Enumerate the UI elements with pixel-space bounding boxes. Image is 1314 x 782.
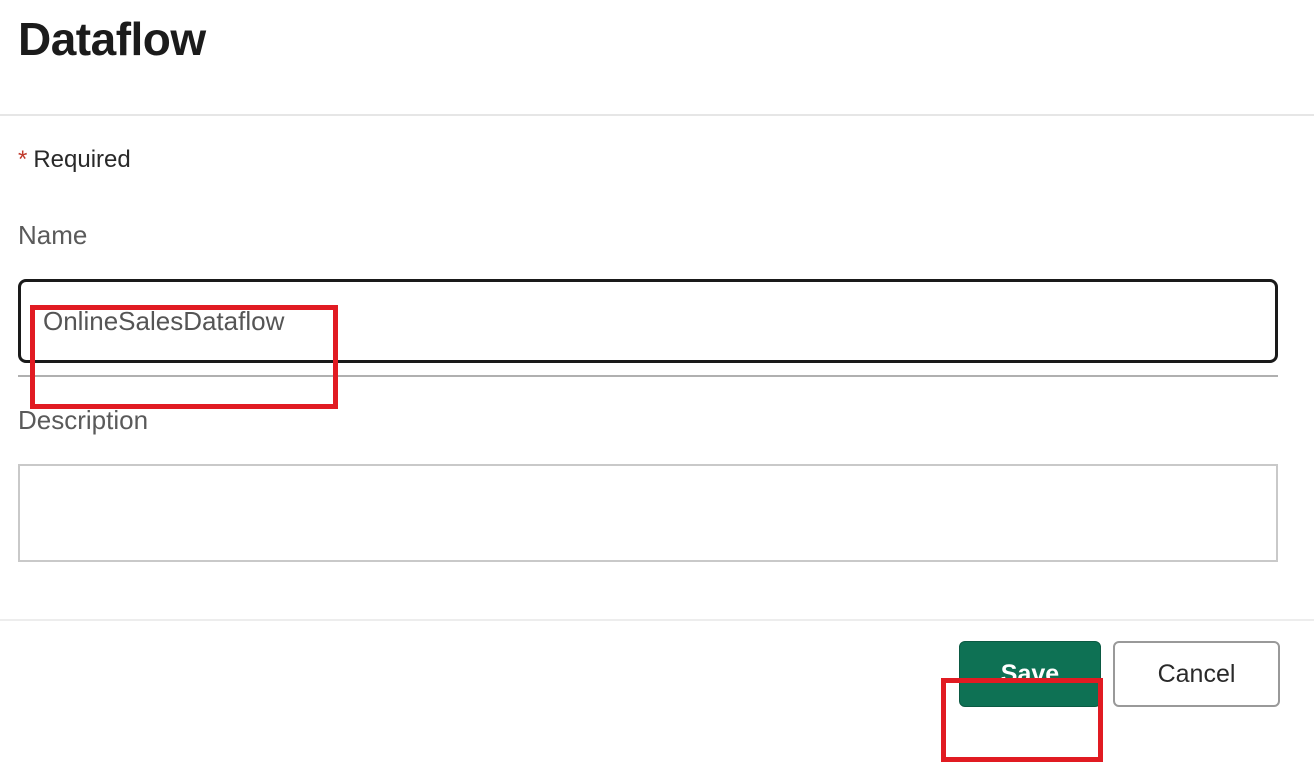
dialog-header: Dataflow — [0, 0, 1314, 114]
name-input[interactable] — [18, 279, 1278, 363]
description-textarea[interactable] — [18, 464, 1278, 562]
required-indicator: *Required — [18, 146, 1296, 174]
required-text: Required — [33, 146, 130, 173]
footer-buttons: Save Cancel — [0, 621, 1314, 707]
description-label: Description — [18, 405, 1296, 436]
cancel-button[interactable]: Cancel — [1113, 641, 1280, 707]
asterisk-icon: * — [18, 146, 27, 173]
form-body: *Required Name Description — [0, 116, 1314, 619]
name-underline — [18, 375, 1278, 377]
save-button[interactable]: Save — [959, 641, 1101, 707]
page-title: Dataflow — [18, 12, 1296, 66]
name-input-wrapper — [18, 279, 1296, 363]
name-label: Name — [18, 220, 1296, 251]
